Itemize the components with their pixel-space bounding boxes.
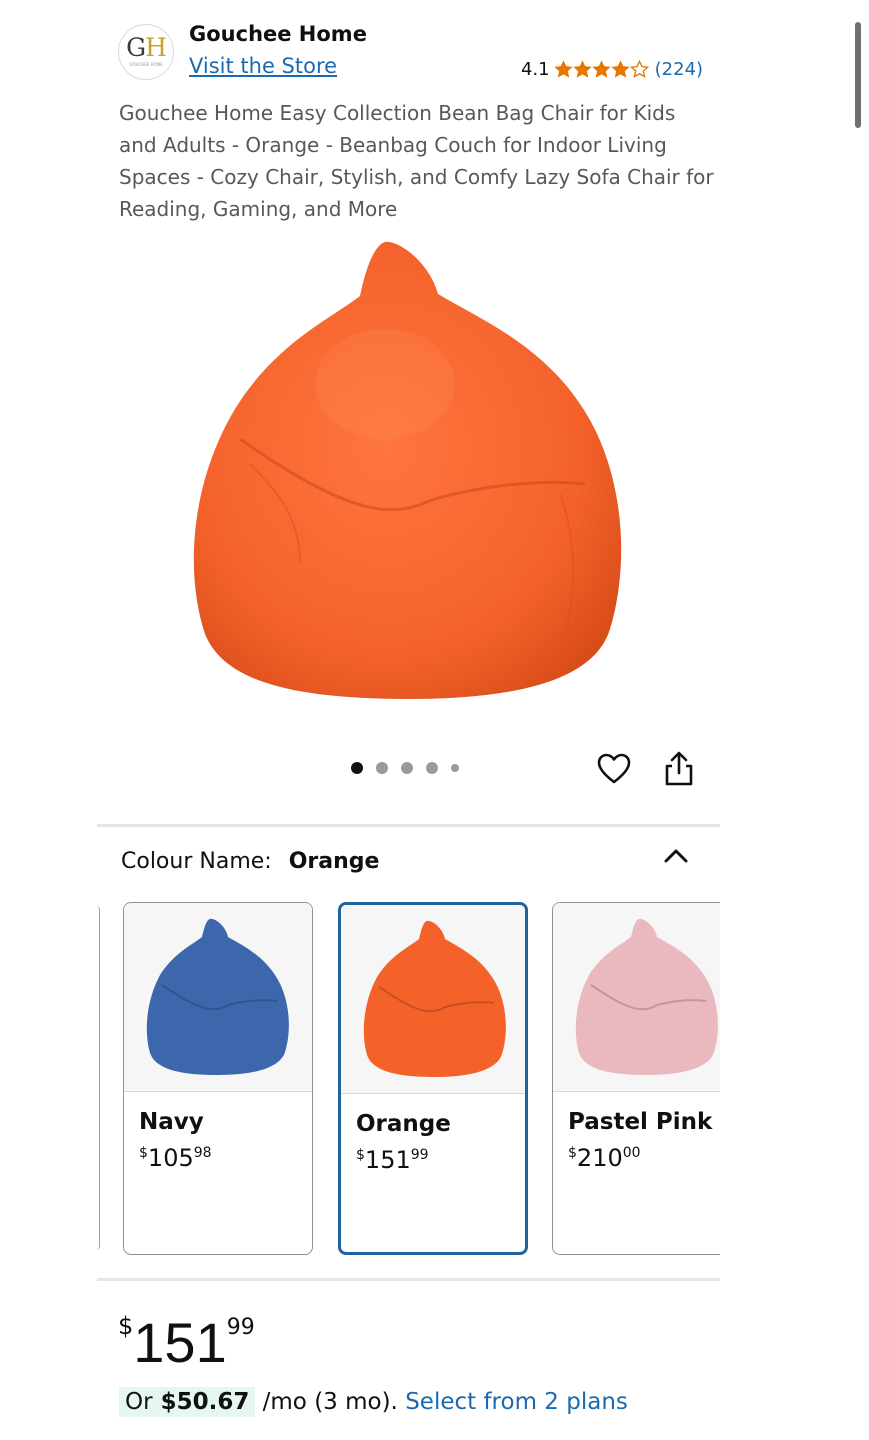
- installment-offer: Or $50.67 /mo (3 mo). Select from 2 plan…: [119, 1387, 628, 1417]
- swatch-name: Pastel Pink: [568, 1109, 713, 1135]
- colour-swatch-orange[interactable]: Orange $15199: [338, 902, 528, 1255]
- thumbnail-body: [146, 918, 289, 1075]
- swatch-price-fraction: 00: [622, 1145, 641, 1161]
- carousel-dot[interactable]: [401, 762, 413, 774]
- carousel-dot[interactable]: [426, 762, 438, 774]
- swatch-price-fraction: 99: [410, 1147, 429, 1163]
- carousel-dot[interactable]: [451, 764, 459, 772]
- colour-selector-header[interactable]: Colour Name: Orange: [121, 849, 379, 874]
- thumbnail-body: [363, 920, 506, 1077]
- carousel-dot[interactable]: [376, 762, 388, 774]
- swatch-price-whole: 210: [576, 1144, 623, 1172]
- image-carousel-dots[interactable]: [351, 762, 472, 774]
- beanbag-highlight: [315, 329, 455, 439]
- swatch-price-fraction: 98: [193, 1145, 212, 1161]
- swatch-price: $21000: [568, 1144, 641, 1172]
- star-full-icon: [572, 60, 592, 78]
- thumbnail-body: [575, 918, 718, 1075]
- swatch-price-whole: 105: [147, 1144, 194, 1172]
- swatch-name: Orange: [356, 1111, 451, 1137]
- logo-subtext: GOUCHEE HOME: [129, 62, 163, 67]
- star-rating: [553, 60, 649, 79]
- select-plans-link[interactable]: Select from 2 plans: [405, 1389, 628, 1415]
- beanbag-thumbnail: [575, 918, 718, 1075]
- installment-prefix: Or: [125, 1389, 153, 1415]
- product-image[interactable]: [180, 234, 640, 714]
- swatch-price: $10598: [139, 1144, 212, 1172]
- price-currency: $: [118, 1312, 134, 1340]
- divider: [97, 1278, 720, 1281]
- colour-swatch-pastel-pink[interactable]: Pastel Pink $21000: [552, 902, 720, 1255]
- carousel-dot[interactable]: [351, 762, 363, 774]
- swatch-price-whole: 151: [364, 1146, 411, 1174]
- installment-terms: /mo (3 mo).: [262, 1389, 398, 1415]
- colour-selected-value: Orange: [288, 849, 380, 874]
- installment-highlight: Or $50.67: [119, 1387, 256, 1417]
- beanbag-thumbnail: [146, 918, 289, 1075]
- rating-summary[interactable]: 4.1 (224): [521, 59, 703, 80]
- heart-icon[interactable]: [596, 751, 632, 787]
- beanbag-body: [193, 241, 622, 699]
- swatch-image: [124, 903, 312, 1092]
- brand-name: Gouchee Home: [189, 22, 367, 46]
- swatch-price: $15199: [356, 1146, 429, 1174]
- colour-swatch-navy[interactable]: Navy $10598: [123, 902, 313, 1255]
- review-count-link[interactable]: (224): [655, 59, 703, 80]
- star-empty-icon: [629, 60, 649, 78]
- product-price: $15199: [118, 1310, 255, 1375]
- logo-letters: GH: [126, 33, 167, 62]
- swatch-price-currency: $: [139, 1145, 148, 1161]
- price-whole: 151: [133, 1311, 227, 1374]
- swatch-image: [553, 903, 720, 1092]
- installment-amount: $50.67: [160, 1389, 250, 1415]
- divider: [97, 824, 720, 827]
- brand-logo[interactable]: GH GOUCHEE HOME: [118, 24, 174, 80]
- star-full-icon: [610, 60, 630, 78]
- swatch-name: Navy: [139, 1109, 204, 1135]
- beanbag-thumbnail: [363, 920, 506, 1077]
- star-full-icon: [591, 60, 611, 78]
- rating-value: 4.1: [521, 59, 550, 80]
- price-fraction: 99: [226, 1315, 255, 1340]
- page-scrollbar[interactable]: [855, 22, 861, 128]
- swatch-image: [341, 905, 525, 1094]
- product-title: Gouchee Home Easy Collection Bean Bag Ch…: [119, 101, 714, 221]
- colour-label: Colour Name:: [121, 849, 272, 874]
- colour-swatch-list: Navy $10598 Orange $15199 Pastel Pink $21000: [123, 902, 720, 1257]
- swatch-price-currency: $: [356, 1147, 365, 1163]
- previous-swatch-edge[interactable]: [96, 906, 100, 1250]
- visit-store-link[interactable]: Visit the Store: [189, 54, 337, 78]
- star-full-icon: [553, 60, 573, 78]
- chevron-up-icon[interactable]: [662, 845, 690, 867]
- share-icon[interactable]: [661, 750, 697, 788]
- swatch-price-currency: $: [568, 1145, 577, 1161]
